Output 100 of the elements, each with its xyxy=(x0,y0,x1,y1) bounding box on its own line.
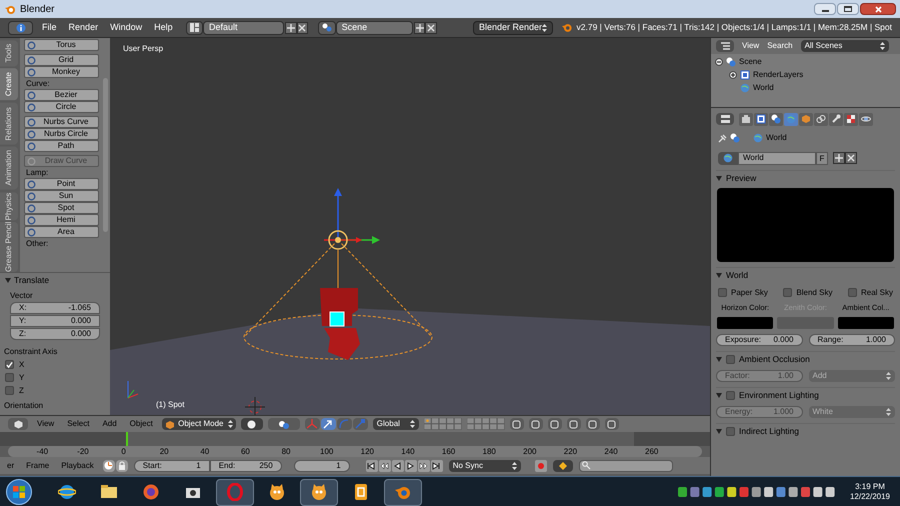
toolbar-button[interactable] xyxy=(604,418,619,430)
tree-item[interactable]: RenderLayers xyxy=(753,68,804,80)
editor-type-button[interactable] xyxy=(716,113,734,125)
checkbox[interactable] xyxy=(848,288,857,297)
sync-dropdown[interactable]: No Sync xyxy=(448,460,521,472)
scene-add-button[interactable] xyxy=(414,22,426,34)
shading-dropdown[interactable] xyxy=(240,418,263,430)
properties-tab[interactable] xyxy=(814,112,828,126)
checkbox[interactable] xyxy=(783,288,792,297)
toolshelf-tab[interactable]: Relations xyxy=(0,102,18,144)
expand-icon[interactable] xyxy=(729,70,737,78)
world-delete-button[interactable] xyxy=(845,152,857,164)
collapse-arrow-icon[interactable] xyxy=(5,278,11,282)
editor-type-button[interactable] xyxy=(8,20,34,34)
checkbox[interactable] xyxy=(718,288,727,297)
toolshelf-tab[interactable]: Create xyxy=(0,68,18,101)
world-browse-button[interactable] xyxy=(718,152,738,164)
editor-type-button[interactable] xyxy=(8,418,28,430)
mode-dropdown[interactable]: Object Mode xyxy=(162,418,236,430)
menu-item[interactable]: Object xyxy=(126,418,157,430)
menu-item[interactable]: Frame xyxy=(23,460,52,472)
checkbox[interactable] xyxy=(726,427,735,436)
number-field[interactable]: Range: 1.000 xyxy=(808,334,895,346)
clock-time[interactable]: 3:19 PM xyxy=(855,482,885,492)
checkbox[interactable] xyxy=(5,373,14,382)
number-field[interactable]: Y: 0.000 xyxy=(10,315,100,327)
menu-item[interactable]: Render xyxy=(66,20,102,34)
properties-tab[interactable] xyxy=(859,112,873,126)
toolbar-button[interactable] xyxy=(566,418,581,430)
toolshelf-tab[interactable]: Physics xyxy=(0,192,18,220)
toolbar-button[interactable] xyxy=(586,418,600,430)
menu-item[interactable]: Help xyxy=(151,20,176,34)
number-field[interactable]: X: -1.065 xyxy=(10,302,100,314)
panel-title[interactable]: Preview xyxy=(726,172,756,185)
start-button[interactable] xyxy=(6,479,32,505)
taskbar-app-button[interactable] xyxy=(384,478,422,506)
properties-tab[interactable] xyxy=(739,112,753,126)
create-button[interactable]: Grid xyxy=(24,54,99,66)
preview-range-button[interactable] xyxy=(102,460,115,472)
create-button[interactable]: Spot xyxy=(24,202,99,214)
layout-field[interactable]: Default xyxy=(202,20,284,34)
playback-button[interactable] xyxy=(404,460,417,472)
properties-tab[interactable] xyxy=(829,112,843,126)
playback-button[interactable] xyxy=(430,460,443,472)
menu-item[interactable]: View xyxy=(33,418,58,430)
playback-button[interactable] xyxy=(392,460,404,472)
minimize-button[interactable] xyxy=(814,3,836,15)
collapse-arrow-icon[interactable] xyxy=(716,176,722,181)
toolshelf-tab[interactable]: Tools xyxy=(0,40,18,66)
layout-button[interactable] xyxy=(186,20,203,34)
panel-title[interactable]: Indirect Lighting xyxy=(739,425,800,438)
world-name-field[interactable]: World xyxy=(738,152,816,164)
create-button[interactable]: Point xyxy=(24,178,99,190)
playback-button[interactable] xyxy=(366,460,378,472)
toolbar-button[interactable] xyxy=(510,418,524,430)
color-swatch[interactable] xyxy=(777,317,834,330)
collapse-arrow-icon[interactable] xyxy=(716,393,722,398)
menu-item[interactable]: File xyxy=(39,20,60,34)
create-button[interactable]: Nurbs Circle xyxy=(24,128,99,140)
tree-item[interactable]: Scene xyxy=(739,56,762,68)
toolbar-button[interactable] xyxy=(528,418,543,430)
properties-tab[interactable] xyxy=(844,112,858,126)
properties-tab[interactable] xyxy=(769,112,783,126)
color-swatch[interactable] xyxy=(838,317,894,330)
playback-button[interactable] xyxy=(418,460,430,472)
editor-type-button[interactable] xyxy=(716,40,734,52)
checkbox[interactable] xyxy=(5,360,14,369)
menu-item[interactable]: View xyxy=(742,40,760,52)
menu-item[interactable]: Add xyxy=(98,418,121,430)
lock-button[interactable] xyxy=(116,460,128,472)
panel-title[interactable]: Translate xyxy=(14,274,50,286)
fake-user-button[interactable]: F xyxy=(816,152,828,164)
create-button[interactable]: Area xyxy=(24,226,99,238)
checkbox[interactable] xyxy=(5,386,14,395)
menu-item[interactable]: Window xyxy=(107,20,146,34)
keying-dropdown[interactable] xyxy=(552,460,573,472)
scrollbar[interactable] xyxy=(103,78,108,232)
manipulator-button[interactable] xyxy=(320,418,336,430)
layout-delete-button[interactable] xyxy=(296,22,308,34)
clock-date[interactable]: 12/22/2019 xyxy=(850,492,890,502)
taskbar-app-button[interactable] xyxy=(300,478,338,506)
create-button[interactable]: Circle xyxy=(24,101,99,113)
checkbox[interactable] xyxy=(726,355,735,364)
number-field[interactable]: Start: 1 xyxy=(134,460,210,472)
number-field[interactable]: Z: 0.000 xyxy=(10,328,100,340)
create-button[interactable]: Hemi xyxy=(24,214,99,226)
toolshelf-tab[interactable]: Grease Pencil xyxy=(0,222,18,272)
create-button[interactable]: Torus xyxy=(24,39,99,51)
current-frame-field[interactable]: 1 xyxy=(294,460,350,472)
collapse-arrow-icon[interactable] xyxy=(716,357,722,362)
create-button[interactable]: Bezier xyxy=(24,89,99,101)
render-engine-dropdown[interactable]: Blender Render xyxy=(472,20,553,34)
color-swatch[interactable] xyxy=(717,317,774,330)
orientation-dropdown[interactable]: Global xyxy=(372,418,419,430)
create-button[interactable]: Nurbs Curve xyxy=(24,116,99,128)
menu-item[interactable]: Select xyxy=(63,418,94,430)
maximize-button[interactable] xyxy=(837,3,859,15)
tree-item[interactable]: World xyxy=(753,82,774,94)
create-button[interactable]: Monkey xyxy=(24,66,99,78)
collapse-icon[interactable] xyxy=(715,58,723,66)
